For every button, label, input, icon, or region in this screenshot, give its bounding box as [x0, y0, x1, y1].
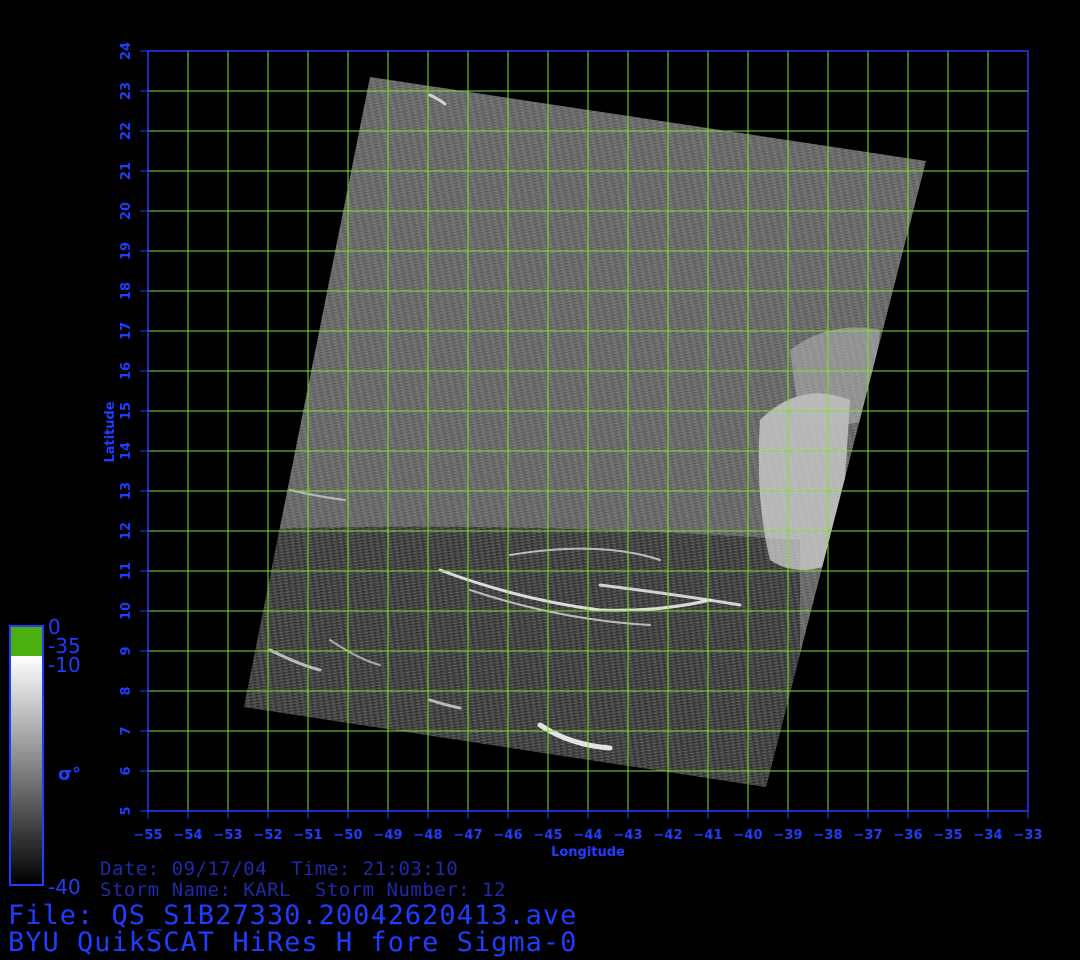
latitude-tick-label: 21: [119, 162, 134, 180]
longitude-tick-label: −52: [254, 828, 283, 843]
colorbar-bottom-label: -40: [48, 875, 81, 899]
latitude-tick-label: 5: [119, 806, 134, 815]
longitude-tick-label: −49: [374, 828, 403, 843]
longitude-tick-label: −45: [534, 828, 563, 843]
longitude-tick-label: −48: [414, 828, 443, 843]
storm-info-line: Storm Name: KARL Storm Number: 12: [100, 879, 506, 901]
latitude-tick-label: 11: [119, 562, 134, 580]
longitude-tick-label: −50: [334, 828, 363, 843]
longitude-tick-label: −40: [734, 828, 763, 843]
latitude-tick-label: 7: [119, 726, 134, 735]
longitude-tick-label: −41: [694, 828, 723, 843]
latitude-tick-label: 15: [119, 402, 134, 420]
longitude-tick-label: −38: [814, 828, 843, 843]
longitude-tick-label: −53: [214, 828, 243, 843]
longitude-tick-label: −55: [134, 828, 163, 843]
colorbar-white-label: -10: [48, 653, 81, 677]
swath-bright-band-2: [790, 327, 880, 425]
sigma0-swath-image: [244, 77, 926, 787]
colorbar-sigma-symbol: σ°: [58, 764, 81, 785]
longitude-tick-label: −46: [494, 828, 523, 843]
latitude-tick-label: 20: [119, 202, 134, 220]
longitude-tick-label: −54: [174, 828, 203, 843]
latitude-tick-label: 9: [119, 646, 134, 655]
latitude-tick-label: 14: [119, 442, 134, 460]
latitude-tick-label: 8: [119, 686, 134, 695]
longitude-tick-label: −36: [894, 828, 923, 843]
date-time-line: Date: 09/17/04 Time: 21:03:10: [100, 858, 459, 880]
longitude-tick-label: −39: [774, 828, 803, 843]
longitude-tick-label: −34: [974, 828, 1003, 843]
longitude-tick-label: −33: [1014, 828, 1043, 843]
latitude-tick-label: 22: [119, 122, 134, 140]
longitude-tick-label: −44: [574, 828, 603, 843]
latitude-tick-label: 17: [119, 322, 134, 340]
longitude-tick-label: −51: [294, 828, 323, 843]
latitude-tick-label: 13: [119, 482, 134, 500]
colorbar-gray-ramp: [10, 656, 43, 885]
latitude-tick-label: 18: [119, 282, 134, 300]
latitude-tick-label: 19: [119, 242, 134, 260]
latitude-tick-label: 12: [119, 522, 134, 540]
product-title-line: BYU QuikSCAT HiRes H fore Sigma-0: [8, 927, 578, 958]
latitude-tick-label: 23: [119, 82, 134, 100]
colorbar: 0 -35 -10 σ° -40: [9, 615, 81, 899]
longitude-tick-labels: −55 −54 −53 −52 −51 −50 −49 −48 −47 −46 −45 −44 −43−…: [134, 811, 1043, 843]
longitude-tick-label: −43: [614, 828, 643, 843]
map-figure: −55 −54 −53 −52 −51 −50 −49 −48 −47 −46 −45 −44 −43−…: [9, 42, 1043, 899]
longitude-tick-label: −42: [654, 828, 683, 843]
colorbar-green-segment: [10, 626, 43, 656]
longitude-tick-label: −37: [854, 828, 883, 843]
longitude-tick-label: −35: [934, 828, 963, 843]
swath-dark-region: [244, 526, 800, 787]
latitude-tick-labels: 5 6 7 8 9 10 11 12 13 14 15 16 17 18 19 20 21 22 23 24: [119, 42, 148, 816]
latitude-tick-label: 6: [119, 766, 134, 775]
x-axis-label: Longitude: [551, 845, 625, 860]
latitude-tick-label: 16: [119, 362, 134, 380]
latitude-tick-label: 24: [119, 42, 134, 60]
latitude-tick-label: 10: [119, 602, 134, 620]
longitude-tick-label: −47: [454, 828, 483, 843]
y-axis-label: Latitude: [103, 401, 118, 463]
